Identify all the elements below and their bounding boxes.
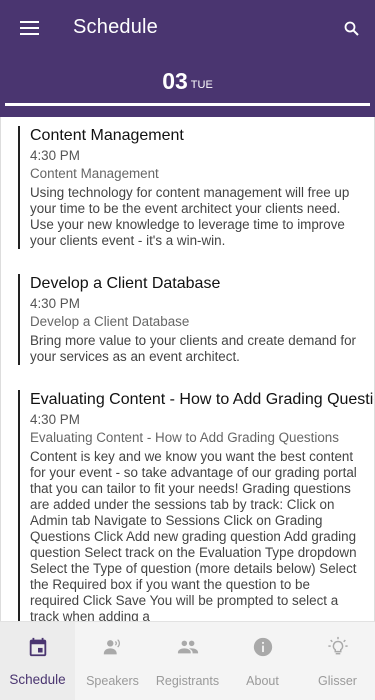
session-item[interactable]: Develop a Client Database 4:30 PM Develo… (18, 274, 374, 365)
hamburger-menu-icon (20, 21, 39, 35)
session-description: Bring more value to your clients and cre… (30, 333, 357, 364)
session-title: Evaluating Content - How to Add Grading … (30, 391, 374, 408)
session-time: 4:30 PM (30, 148, 80, 163)
nav-about[interactable]: About (225, 622, 300, 700)
search-icon (344, 21, 359, 36)
people-icon (177, 640, 198, 654)
bottom-navigation: Schedule Speakers Registrants About Glis… (0, 621, 375, 700)
date-tab[interactable]: 03 TUE (0, 68, 375, 95)
session-description: Content is key and we know you want the … (30, 449, 357, 621)
session-title: Develop a Client Database (30, 275, 221, 292)
nav-label: Glisser (318, 674, 357, 688)
tab-indicator (5, 103, 370, 106)
nav-label: Schedule (9, 672, 66, 687)
session-item[interactable]: Evaluating Content - How to Add Grading … (18, 390, 374, 621)
session-item[interactable]: Content Management 4:30 PM Content Manag… (18, 126, 374, 249)
search-button[interactable] (341, 18, 363, 40)
lightbulb-icon (327, 636, 348, 655)
nav-schedule[interactable]: Schedule (0, 622, 75, 700)
date-day-of-week: TUE (190, 78, 213, 91)
page-title: Schedule (73, 16, 158, 38)
nav-speakers[interactable]: Speakers (75, 622, 150, 700)
nav-registrants[interactable]: Registrants (150, 622, 225, 700)
app-bar: Schedule 03 TUE (0, 0, 375, 117)
session-subtitle: Evaluating Content - How to Add Grading … (30, 430, 339, 445)
nav-label: About (246, 674, 279, 688)
session-subtitle: Content Management (30, 166, 159, 181)
nav-label: Registrants (155, 674, 220, 688)
session-time: 4:30 PM (30, 296, 80, 311)
date-day: 03 (162, 68, 188, 94)
info-icon (253, 637, 272, 657)
session-list[interactable]: Content Management 4:30 PM Content Manag… (0, 117, 375, 621)
session-subtitle: Develop a Client Database (30, 314, 190, 329)
session-title: Content Management (30, 127, 184, 144)
speakers-icon (103, 639, 120, 655)
calendar-icon (29, 637, 46, 657)
menu-button[interactable] (20, 17, 46, 41)
nav-label: Speakers (86, 674, 139, 688)
session-time: 4:30 PM (30, 412, 80, 427)
nav-glisser[interactable]: Glisser (300, 622, 375, 700)
session-description: Using technology for content management … (30, 185, 350, 248)
